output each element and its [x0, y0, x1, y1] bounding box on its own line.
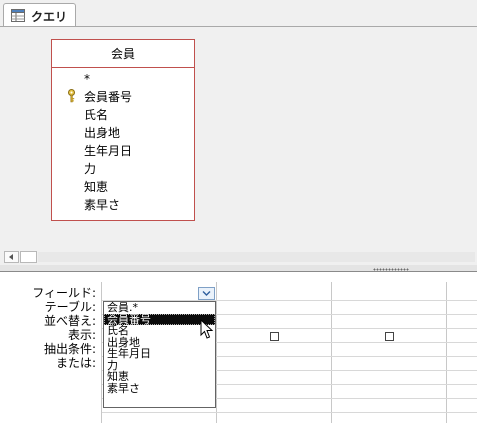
show-checkbox-column3[interactable]: [385, 332, 394, 341]
row-label-field: フィールド:: [32, 286, 96, 300]
row-label-or: または:: [55, 356, 96, 370]
query-icon: [11, 9, 25, 22]
field-label: 知恵: [84, 180, 109, 194]
field-item-name[interactable]: 氏名: [52, 106, 194, 124]
show-checkbox-column2[interactable]: [270, 332, 279, 341]
field-label: 生年月日: [84, 144, 133, 158]
primary-key-icon: [68, 89, 75, 103]
field-item-agility[interactable]: 素早さ: [52, 196, 194, 214]
field-item-hometown[interactable]: 出身地: [52, 124, 194, 142]
field-item-all[interactable]: *: [52, 70, 194, 88]
row-label-criteria: 抽出条件:: [43, 342, 96, 356]
horizontal-scrollbar[interactable]: [0, 247, 477, 265]
field-list: * 会員番号 氏名 出身地 生年月日 力 知恵 素早さ: [52, 68, 194, 214]
query-design-pane[interactable]: 会員 * 会員番号 氏名 出身地 生年月日 力 知恵 素早さ: [0, 27, 477, 247]
dropdown-option-birthdate[interactable]: 生年月日: [104, 348, 215, 360]
field-label: *: [84, 72, 90, 86]
column-divider: [331, 282, 332, 423]
field-item-birthdate[interactable]: 生年月日: [52, 142, 194, 160]
row-label-table: テーブル:: [44, 300, 96, 314]
table-title[interactable]: 会員: [52, 40, 194, 68]
field-dropdown-button[interactable]: [198, 287, 215, 300]
table-field-list[interactable]: 会員 * 会員番号 氏名 出身地 生年月日 力 知恵 素早さ: [51, 39, 195, 221]
scrollbar-thumb[interactable]: [20, 251, 37, 263]
tab-query1[interactable]: クエリ1: [3, 3, 76, 39]
column-divider: [101, 282, 102, 423]
scroll-left-arrow-icon[interactable]: [4, 251, 19, 263]
row-label-show: 表示:: [67, 328, 96, 342]
field-item-wisdom[interactable]: 知恵: [52, 178, 194, 196]
chevron-down-icon: [202, 291, 211, 296]
field-label: 会員番号: [84, 90, 133, 104]
column-divider: [216, 282, 217, 423]
dropdown-option-name[interactable]: 氏名: [104, 325, 215, 337]
query-design-grid[interactable]: フィールド: テーブル: 並べ替え: 表示: 抽出条件: または: 会員.* 会…: [0, 272, 477, 423]
column-divider: [446, 282, 447, 423]
field-label: 出身地: [84, 126, 121, 140]
mouse-cursor-icon: [200, 319, 214, 339]
document-tab-bar: クエリ1: [0, 0, 477, 39]
field-label: 氏名: [84, 108, 109, 122]
row-label-sort: 並べ替え:: [43, 314, 96, 328]
dropdown-option-all[interactable]: 会員.*: [104, 302, 215, 314]
row-divider: [102, 412, 477, 413]
dropdown-option-agility[interactable]: 素早さ: [104, 382, 215, 395]
scrollbar-track[interactable]: [38, 252, 475, 262]
dropdown-option-wisdom[interactable]: 知恵: [104, 371, 215, 383]
field-label: 力: [84, 162, 97, 176]
field-item-power[interactable]: 力: [52, 160, 194, 178]
field-label: 素早さ: [84, 198, 121, 212]
field-dropdown-list[interactable]: 会員.* 会員番号 氏名 出身地 生年月日 力 知恵 素早さ: [103, 301, 216, 408]
field-item-member-no[interactable]: 会員番号: [52, 88, 194, 106]
